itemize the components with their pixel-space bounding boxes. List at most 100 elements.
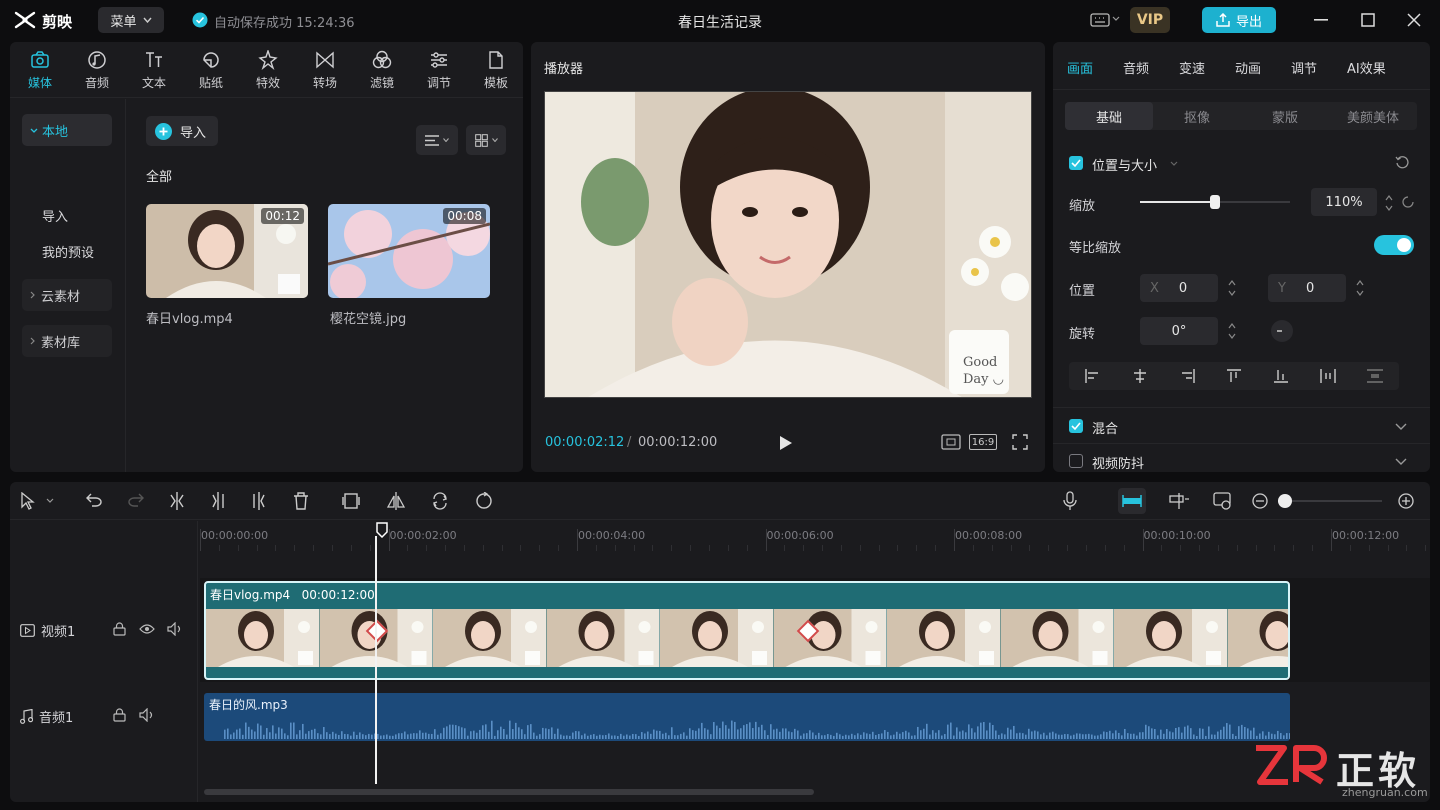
stabilize-checkbox[interactable] [1069, 454, 1083, 468]
property-subtab[interactable]: 基础 [1065, 102, 1153, 130]
eye-icon[interactable] [139, 623, 155, 635]
video-clip[interactable]: 春日vlog.mp4 00:00:12:00 [204, 581, 1290, 680]
rotate-icon[interactable] [431, 492, 449, 510]
waveform-bar [320, 734, 322, 739]
align-left-icon[interactable] [1084, 369, 1101, 383]
tab-transition[interactable]: 转场 [297, 50, 353, 91]
align-center-h-icon[interactable] [1132, 369, 1148, 383]
mirror-icon[interactable] [387, 492, 405, 510]
reverse-icon[interactable] [475, 492, 493, 510]
scale-slider[interactable] [1140, 195, 1290, 209]
tab-audio[interactable]: 音频 [69, 50, 125, 91]
tab-adjust[interactable]: 调节 [411, 50, 467, 91]
chevron-down-icon[interactable] [46, 498, 54, 503]
delete-icon[interactable] [293, 492, 309, 510]
undo-icon[interactable] [86, 493, 102, 507]
split-right-icon[interactable] [251, 492, 267, 510]
property-subtab[interactable]: 美颜美体 [1329, 102, 1417, 130]
tab-effects[interactable]: 特效 [240, 50, 296, 91]
sidebar-local[interactable]: 本地 [22, 114, 112, 146]
chevron-down-icon[interactable] [1395, 458, 1407, 465]
split-icon[interactable] [169, 492, 185, 510]
tab-text[interactable]: 文本 [126, 50, 182, 91]
uniform-scale-toggle[interactable] [1374, 235, 1414, 255]
zoom-in-icon[interactable] [1398, 493, 1414, 509]
rotate-field[interactable]: 0° [1140, 317, 1218, 345]
video-track-header: 视频1 [20, 621, 75, 640]
property-subtab[interactable]: 蒙版 [1241, 102, 1329, 130]
sort-button[interactable] [416, 125, 458, 155]
media-item-vlog[interactable]: 00:12 [146, 204, 308, 298]
sidebar-library[interactable]: 素材库 [22, 325, 112, 357]
split-left-icon[interactable] [210, 492, 226, 510]
aspect-ratio-button[interactable]: 16:9 [969, 434, 997, 450]
sidebar-cloud[interactable]: 云素材 [22, 279, 112, 311]
blend-checkbox[interactable] [1069, 419, 1083, 433]
view-mode-button[interactable] [466, 125, 506, 155]
property-tab[interactable]: 变速 [1179, 58, 1205, 77]
chevron-down-icon[interactable] [1112, 16, 1120, 21]
distribute-h-icon[interactable] [1320, 369, 1336, 383]
align-top-icon[interactable] [1226, 369, 1242, 383]
sidebar-import[interactable]: 导入 [42, 206, 68, 225]
align-right-icon[interactable] [1179, 369, 1195, 383]
position-y-field[interactable]: Y 0 [1268, 274, 1346, 302]
stepper-icon[interactable] [1227, 320, 1237, 342]
timeline-scrollbar[interactable] [204, 789, 814, 795]
fit-screen-icon[interactable] [941, 434, 961, 450]
position-x-field[interactable]: X 0 [1140, 274, 1218, 302]
sidebar-presets[interactable]: 我的预设 [42, 242, 94, 261]
property-tab[interactable]: 动画 [1235, 58, 1261, 77]
align-bottom-icon[interactable] [1273, 369, 1289, 383]
property-tab[interactable]: 调节 [1291, 58, 1317, 77]
snap-icon[interactable] [1118, 488, 1146, 514]
distribute-v-icon[interactable] [1367, 369, 1384, 383]
stepper-icon[interactable] [1227, 277, 1237, 299]
preview-axis-icon[interactable] [1213, 492, 1233, 510]
pos-size-checkbox[interactable] [1069, 156, 1083, 170]
property-tab[interactable]: 画面 [1067, 58, 1093, 77]
ruler-minor-tick [237, 545, 239, 551]
chevron-down-icon[interactable] [1395, 423, 1407, 430]
waveform-bar [1133, 733, 1135, 739]
property-subtab[interactable]: 抠像 [1153, 102, 1241, 130]
cursor-icon[interactable] [20, 492, 36, 510]
zoom-slider[interactable] [1278, 494, 1382, 508]
export-button[interactable]: 导出 [1202, 7, 1276, 33]
speaker-icon[interactable] [139, 708, 155, 722]
lock-icon[interactable] [113, 622, 126, 636]
close-icon[interactable] [1407, 13, 1421, 27]
link-icon[interactable] [1169, 493, 1189, 509]
tab-template[interactable]: 模板 [468, 50, 524, 91]
reset-icon[interactable] [1395, 155, 1409, 169]
microphone-icon[interactable] [1063, 491, 1077, 511]
zoom-slider-knob[interactable] [1278, 494, 1292, 508]
freeze-frame-icon[interactable] [342, 492, 360, 510]
fullscreen-icon[interactable] [1012, 434, 1028, 450]
keyboard-icon[interactable] [1090, 12, 1110, 28]
property-tab[interactable]: 音频 [1123, 58, 1149, 77]
scale-value-field[interactable]: 110% [1311, 188, 1377, 216]
stepper-icon[interactable] [1384, 192, 1394, 214]
keyframe-icon[interactable] [1401, 195, 1415, 209]
tab-filter[interactable]: 滤镜 [354, 50, 410, 91]
media-item-sakura[interactable]: 00:08 [328, 204, 490, 298]
video-preview[interactable]: Good Day ◡ [544, 91, 1032, 398]
playhead-line[interactable] [375, 536, 377, 784]
play-icon[interactable] [779, 435, 793, 451]
rotate-dial-icon[interactable] [1270, 319, 1294, 343]
zoom-out-icon[interactable] [1252, 493, 1268, 509]
scale-slider-knob[interactable] [1210, 195, 1220, 209]
tab-sticker[interactable]: 贴纸 [183, 50, 239, 91]
tab-media[interactable]: 媒体 [12, 50, 68, 91]
stepper-icon[interactable] [1355, 277, 1365, 299]
lock-icon[interactable] [113, 708, 126, 722]
speaker-icon[interactable] [167, 622, 183, 636]
playhead-handle[interactable] [376, 522, 388, 538]
vip-badge[interactable]: VIP [1130, 7, 1170, 33]
maximize-icon[interactable] [1361, 13, 1375, 27]
minimize-icon[interactable] [1314, 19, 1328, 21]
import-button[interactable]: 导入 [146, 116, 218, 146]
audio-clip[interactable]: 春日的风.mp3 [204, 693, 1290, 741]
property-tab[interactable]: AI效果 [1347, 58, 1386, 77]
